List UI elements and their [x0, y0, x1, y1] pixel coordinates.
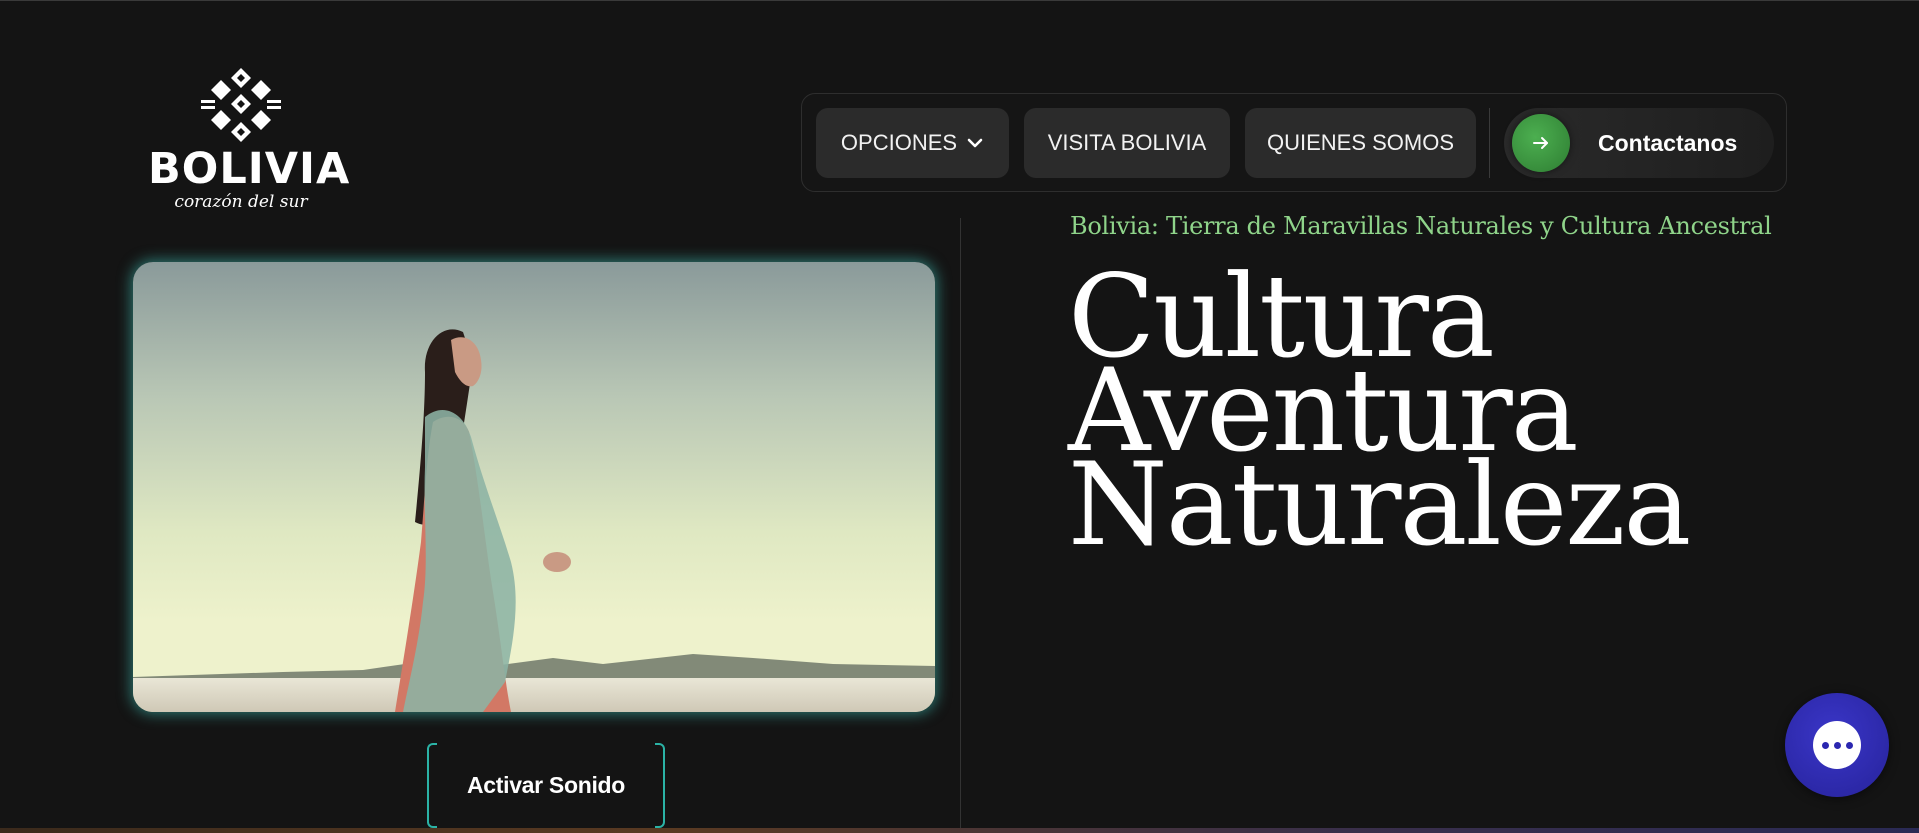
bottom-border [0, 828, 1919, 833]
contact-label: Contactanos [1598, 129, 1738, 156]
chevron-down-icon [967, 138, 983, 148]
visit-bolivia-button[interactable]: VISITA BOLIVIA [1024, 108, 1230, 178]
hero-headline: Cultura Aventura Naturaleza [1068, 260, 1691, 571]
brand-logo[interactable]: BOLIVIA corazón del sur [148, 66, 351, 221]
video-frame-illustration [133, 329, 935, 712]
options-dropdown-button[interactable]: OPCIONES [816, 108, 1009, 178]
headline-word-nature: Naturaleza [1068, 438, 1691, 571]
top-border [0, 0, 1919, 1]
arrow-right-icon [1533, 137, 1548, 149]
chat-dot [1845, 741, 1853, 749]
chat-dot [1833, 741, 1841, 749]
chat-dot [1821, 741, 1829, 749]
about-us-button[interactable]: QUIENES SOMOS [1245, 108, 1476, 178]
activate-sound-button[interactable]: Activar Sonido [427, 743, 665, 828]
nav-divider [1489, 108, 1490, 178]
bracket-left [427, 743, 437, 828]
sound-button-label: Activar Sonido [466, 772, 626, 798]
main-navigation: OPCIONES VISITA BOLIVIA QUIENES SOMOS Co… [801, 93, 1787, 192]
hero-video[interactable] [133, 262, 935, 712]
hero-subtitle: Bolivia: Tierra de Maravillas Naturales … [1070, 212, 1772, 240]
chat-button[interactable] [1785, 693, 1889, 797]
contact-button[interactable]: Contactanos [1504, 108, 1774, 178]
about-label: QUIENES SOMOS [1266, 130, 1455, 155]
vertical-divider [960, 218, 961, 828]
visit-label: VISITA BOLIVIA [1047, 130, 1207, 155]
contact-arrow-circle [1512, 114, 1570, 172]
options-label: OPCIONES [840, 130, 958, 155]
chat-bubble-icon [1813, 721, 1861, 769]
brand-name: BOLIVIA [148, 144, 351, 194]
bracket-right [655, 743, 665, 828]
logo-mark-icon [201, 68, 281, 142]
brand-tagline: corazón del sur [174, 192, 308, 212]
